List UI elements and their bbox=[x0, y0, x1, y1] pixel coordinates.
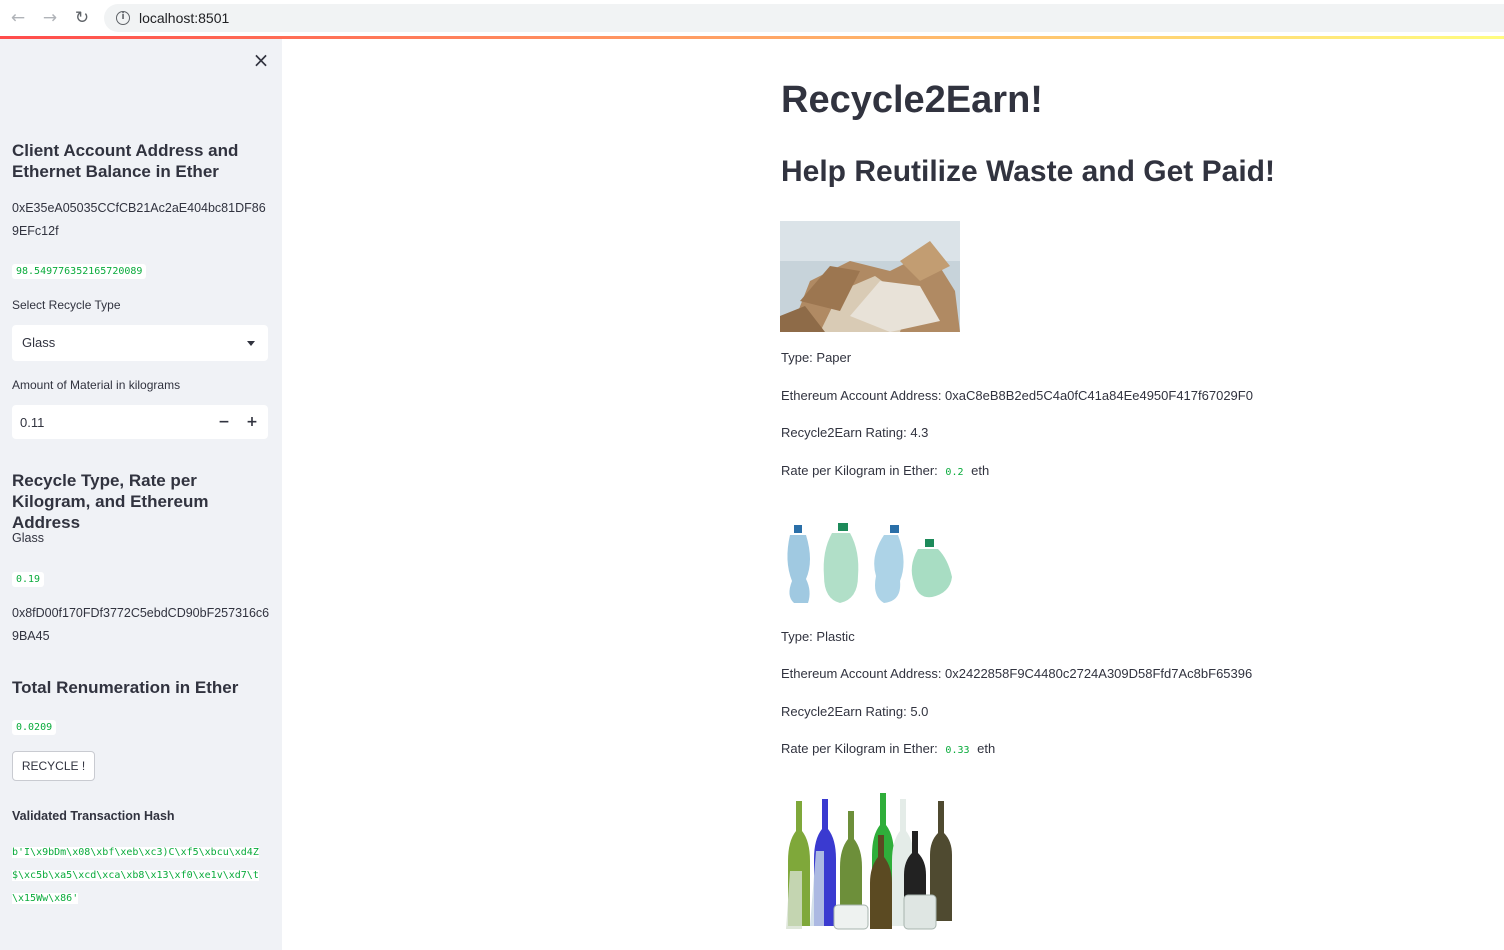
total-header: Total Renumeration in Ether bbox=[12, 678, 239, 697]
page-title: Recycle2Earn! bbox=[781, 79, 1043, 121]
recycle-button[interactable]: RECYCLE ! bbox=[12, 751, 95, 781]
browser-toolbar: ← → ↻ i localhost:8501 bbox=[0, 0, 1504, 36]
forward-icon[interactable]: → bbox=[40, 8, 60, 28]
item-address: Ethereum Account Address: 0x2422858F9C44… bbox=[781, 666, 1253, 681]
recycle-type-select[interactable]: Glass bbox=[12, 325, 268, 361]
total-value: 0.0209 bbox=[12, 717, 57, 735]
balance-value: 98.549776352165720089 bbox=[12, 261, 147, 279]
url-text[interactable]: localhost:8501 bbox=[139, 10, 229, 26]
rate-prefix: Rate per Kilogram in Ether: bbox=[781, 741, 938, 756]
rate-unit: eth bbox=[977, 741, 996, 756]
item-rating: Recycle2Earn Rating: 4.3 bbox=[781, 425, 929, 440]
glass-image bbox=[780, 791, 960, 933]
main-content: Recycle2Earn! Help Reutilize Waste and G… bbox=[282, 39, 1504, 950]
account-header: Client Account Address and Ethernet Bala… bbox=[12, 141, 239, 181]
plastic-image bbox=[780, 521, 960, 607]
reload-icon[interactable]: ↻ bbox=[72, 8, 92, 28]
select-value: Glass bbox=[22, 335, 56, 350]
transaction-hash: b'I\x9bDm\x08\xbf\xeb\xc3)C\xf5\xbcu\xd4… bbox=[12, 847, 259, 904]
page-subtitle: Help Reutilize Waste and Get Paid! bbox=[781, 155, 1275, 188]
rate-header: Recycle Type, Rate per Kilogram, and Eth… bbox=[12, 471, 209, 532]
paper-image bbox=[780, 221, 960, 332]
item-type: Type: Paper bbox=[781, 350, 852, 365]
item-rating: Recycle2Earn Rating: 5.0 bbox=[781, 704, 929, 719]
decrement-button[interactable]: − bbox=[214, 412, 234, 432]
item-rate: Rate per Kilogram in Ether: 0.33 eth bbox=[781, 741, 996, 758]
sidebar: × Client Account Address and Ethernet Ba… bbox=[0, 39, 282, 950]
account-address: 0xE35eA05035CCfCB21Ac2aE404bc81DF869EFc1… bbox=[12, 201, 266, 238]
item-address: Ethereum Account Address: 0xaC8eB8B2ed5C… bbox=[781, 388, 1253, 403]
rate-unit: eth bbox=[971, 463, 990, 478]
rate-prefix: Rate per Kilogram in Ether: bbox=[781, 463, 938, 478]
item-type: Type: Plastic bbox=[781, 629, 855, 644]
address-bar[interactable]: i localhost:8501 bbox=[104, 4, 1504, 32]
amount-value[interactable]: 0.11 bbox=[20, 415, 44, 430]
amount-label: Amount of Material in kilograms bbox=[12, 378, 181, 392]
close-sidebar-icon[interactable]: × bbox=[252, 50, 270, 70]
amount-stepper[interactable]: 0.11 − + bbox=[12, 405, 268, 439]
selected-rate: 0.19 bbox=[12, 569, 45, 587]
chevron-down-icon bbox=[247, 341, 255, 346]
selected-address: 0x8fD00f170FDf3772C5ebdCD90bF257316c69BA… bbox=[12, 606, 270, 643]
rate-value: 0.2 bbox=[941, 465, 968, 480]
select-label: Select Recycle Type bbox=[12, 298, 121, 312]
item-rate: Rate per Kilogram in Ether: 0.2 eth bbox=[781, 463, 990, 480]
increment-button[interactable]: + bbox=[242, 412, 262, 432]
selected-type: Glass bbox=[12, 531, 44, 545]
hash-header: Validated Transaction Hash bbox=[12, 809, 175, 823]
back-icon[interactable]: ← bbox=[8, 8, 28, 28]
info-icon[interactable]: i bbox=[116, 11, 130, 25]
rate-value: 0.33 bbox=[941, 743, 974, 758]
